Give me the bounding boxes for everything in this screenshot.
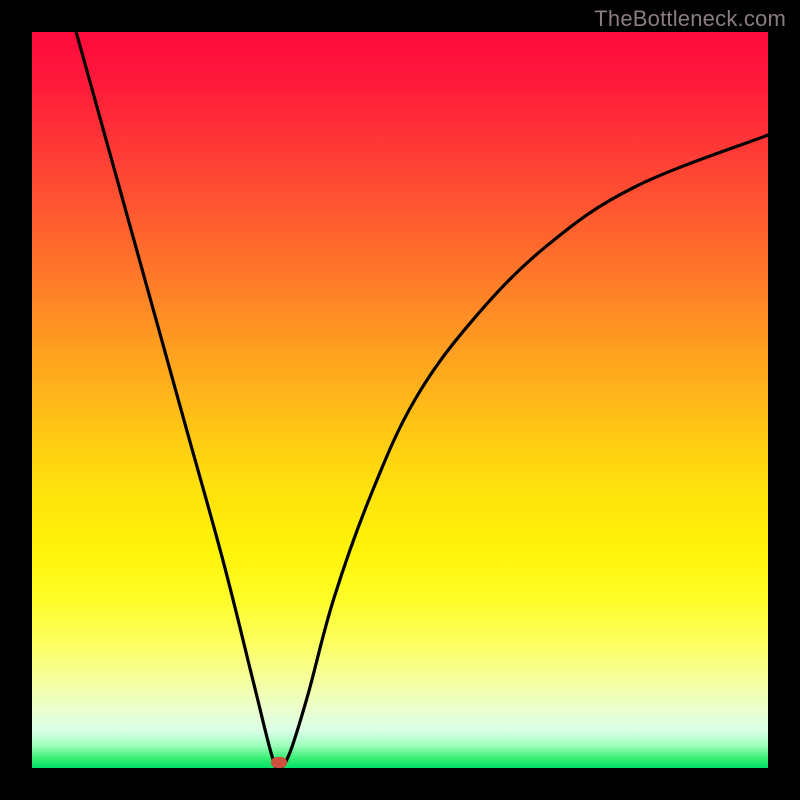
chart-frame: TheBottleneck.com <box>0 0 800 800</box>
watermark-text: TheBottleneck.com <box>594 6 786 32</box>
chart-plot-area <box>32 32 768 768</box>
minimum-marker <box>271 757 287 768</box>
chart-curve-svg <box>32 32 768 768</box>
bottleneck-curve <box>76 32 768 768</box>
